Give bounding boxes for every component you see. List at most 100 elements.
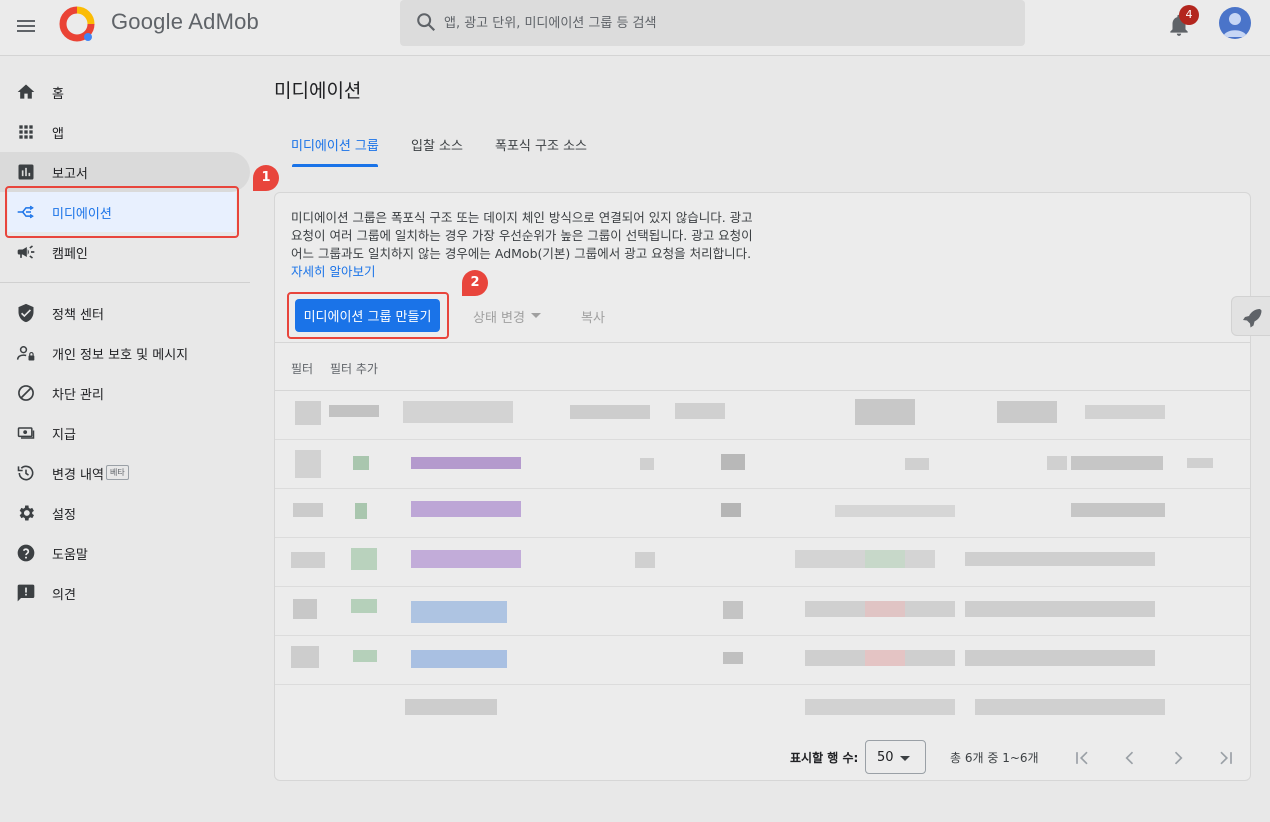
- rocket-icon: [1243, 309, 1262, 328]
- sidebar-item-label: 앱: [52, 127, 64, 142]
- sidebar-item-home[interactable]: 홈: [0, 72, 250, 112]
- table-row[interactable]: [275, 440, 1250, 489]
- redacted-cell: [721, 454, 745, 470]
- admob-logo-icon[interactable]: [58, 6, 96, 42]
- change-status-caret-icon: [531, 313, 541, 318]
- redacted-cell: [403, 401, 513, 423]
- redacted-cell: [1071, 456, 1163, 470]
- sidebar-divider: [0, 282, 250, 283]
- brand-prefix: Google: [111, 9, 184, 34]
- redacted-cell: [905, 458, 929, 470]
- top-app-bar: Google AdMob 4: [0, 0, 1270, 56]
- redacted-cell: [353, 456, 369, 470]
- person-lock-icon: [16, 346, 35, 361]
- previous-page-icon[interactable]: [1120, 748, 1140, 768]
- redacted-cell: [805, 699, 955, 715]
- beta-badge: 베타: [106, 465, 129, 480]
- pagination-bar: 표시할 행 수: 50 총 6개 중 1~6개: [275, 734, 1250, 780]
- sidebar-item-label: 홈: [52, 87, 64, 102]
- redacted-cell: [411, 550, 521, 568]
- sidebar-item-privacy-messaging[interactable]: 개인 정보 보호 및 메시지: [0, 333, 250, 373]
- sidebar-item-label: 보고서: [52, 167, 88, 182]
- account-avatar[interactable]: [1219, 7, 1251, 39]
- redacted-cell: [865, 550, 905, 568]
- avatar-person-icon: [1223, 13, 1247, 37]
- table-row[interactable]: [275, 391, 1250, 440]
- table-row[interactable]: [275, 587, 1250, 636]
- annotation-step-1-marker: 1: [253, 165, 279, 191]
- copy-button[interactable]: 복사: [581, 307, 605, 326]
- search-bar[interactable]: [400, 0, 1025, 46]
- redacted-cell: [965, 552, 1155, 566]
- hamburger-menu-icon[interactable]: [14, 14, 38, 38]
- sidebar-item-label: 설정: [52, 508, 76, 523]
- table-row[interactable]: [275, 636, 1250, 685]
- brand-name[interactable]: Google AdMob: [111, 9, 259, 35]
- rows-per-page-label: 표시할 행 수:: [790, 751, 859, 765]
- tab-waterfall-sources[interactable]: 폭포식 구조 소스: [495, 135, 587, 154]
- sidebar-nav: 홈 앱 보고서 미디에이션 캠페인 정책 센터 개인 정보 보호 및 메시지 차…: [0, 56, 250, 822]
- filter-label: 필터: [291, 362, 314, 376]
- sidebar-item-policy-center[interactable]: 정책 센터: [0, 293, 250, 333]
- redacted-cell: [291, 646, 319, 668]
- redacted-cell: [965, 650, 1155, 666]
- sidebar-item-label: 변경 내역: [52, 468, 104, 483]
- redacted-cell: [351, 599, 377, 613]
- sidebar-item-payments[interactable]: 지급: [0, 413, 250, 453]
- sidebar-item-blocking-controls[interactable]: 차단 관리: [0, 373, 250, 413]
- sidebar-item-label: 의견: [52, 588, 76, 603]
- sidebar-item-campaigns[interactable]: 캠페인: [0, 232, 250, 272]
- sidebar-item-label: 개인 정보 보호 및 메시지: [52, 348, 189, 363]
- table-row[interactable]: [275, 489, 1250, 538]
- brand-product: AdMob: [188, 9, 259, 34]
- table-row[interactable]: [275, 538, 1250, 587]
- change-status-button[interactable]: 상태 변경: [473, 307, 525, 326]
- redacted-cell: [293, 503, 323, 517]
- redacted-cell: [835, 505, 955, 517]
- redacted-cell: [570, 405, 650, 419]
- redacted-cell: [411, 650, 507, 668]
- redacted-cell: [723, 652, 743, 664]
- sidebar-item-apps[interactable]: 앱: [0, 112, 250, 152]
- annotation-step-2-marker: 2: [462, 270, 488, 296]
- last-page-icon[interactable]: [1216, 748, 1236, 768]
- first-page-icon[interactable]: [1072, 748, 1092, 768]
- sidebar-item-feedback[interactable]: 의견: [0, 573, 250, 613]
- notification-count-badge: 4: [1179, 5, 1199, 25]
- rows-per-page-select[interactable]: 50: [865, 740, 926, 774]
- redacted-cell: [1071, 503, 1165, 517]
- description-body: 미디에이션 그룹은 폭포식 구조 또는 데이지 체인 방식으로 연결되어 있지 …: [291, 210, 753, 261]
- sidebar-item-change-history[interactable]: 변경 내역 베타: [0, 453, 250, 493]
- home-icon: [17, 84, 35, 99]
- table-row[interactable]: [275, 685, 1250, 734]
- redacted-cell: [411, 601, 507, 623]
- feedback-icon: [17, 584, 35, 602]
- redacted-cell: [1047, 456, 1067, 470]
- search-input[interactable]: [444, 0, 1004, 46]
- active-tab-indicator: [292, 164, 378, 167]
- learn-more-link[interactable]: 자세히 알아보기: [291, 264, 375, 279]
- tab-mediation-groups[interactable]: 미디에이션 그룹: [291, 135, 379, 154]
- redacted-cell: [721, 503, 741, 517]
- redacted-cell: [723, 601, 743, 619]
- redacted-cell: [640, 458, 654, 470]
- floating-launch-button[interactable]: [1231, 296, 1270, 336]
- redacted-cell: [675, 403, 725, 419]
- block-icon: [18, 385, 34, 401]
- redacted-cell: [411, 457, 521, 469]
- sidebar-item-settings[interactable]: 설정: [0, 493, 250, 533]
- rows-per-page-value: 50: [877, 750, 894, 765]
- search-icon: [417, 13, 436, 32]
- help-icon: [17, 544, 35, 562]
- next-page-icon[interactable]: [1168, 748, 1188, 768]
- tab-bidding-sources[interactable]: 입찰 소스: [411, 135, 463, 154]
- redacted-cell: [353, 650, 377, 662]
- payments-icon: [17, 427, 35, 439]
- redacted-cell: [351, 548, 377, 570]
- sidebar-item-label: 도움말: [52, 548, 88, 563]
- sidebar-item-help[interactable]: 도움말: [0, 533, 250, 573]
- redacted-cell: [355, 503, 367, 519]
- add-filter-button[interactable]: 필터 추가: [330, 360, 378, 377]
- redacted-cell: [1187, 458, 1213, 468]
- redacted-cell: [291, 552, 325, 568]
